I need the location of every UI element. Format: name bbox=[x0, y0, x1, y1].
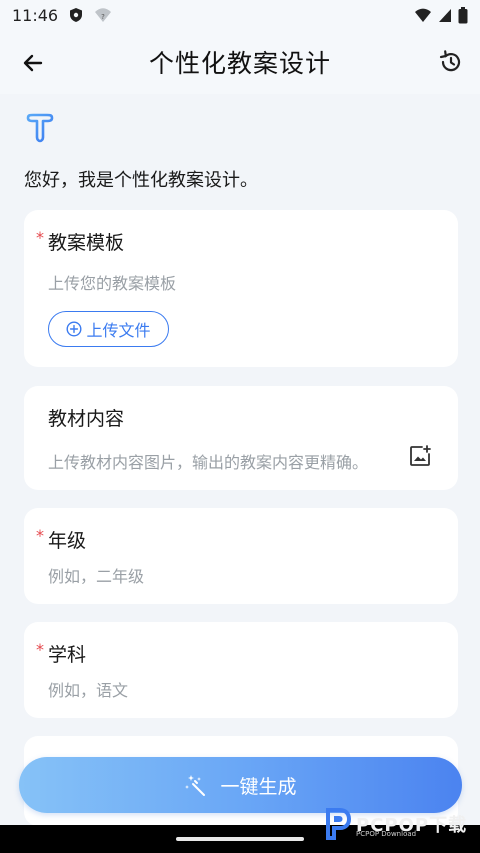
watermark-subtext: PCPOP Download bbox=[356, 830, 417, 838]
add-image-icon[interactable] bbox=[408, 444, 432, 468]
required-mark: * bbox=[36, 526, 44, 545]
watermark: PCPOP下载 PCPOP Download bbox=[322, 802, 472, 846]
shield-icon bbox=[70, 8, 83, 22]
material-label: 教材内容 bbox=[48, 408, 125, 430]
required-mark: * bbox=[36, 228, 44, 247]
signal-icon bbox=[439, 8, 451, 22]
arrow-left-icon bbox=[23, 54, 43, 72]
plus-circle-icon bbox=[66, 321, 82, 337]
history-button[interactable] bbox=[436, 47, 466, 77]
wifi-icon bbox=[415, 8, 431, 22]
subject-input[interactable]: 例如，语文 bbox=[48, 677, 128, 701]
template-card: * 教案模板 上传您的教案模板 上传文件 bbox=[24, 210, 458, 367]
battery-icon bbox=[458, 6, 468, 23]
material-card[interactable]: 教材内容 上传教材内容图片，输出的教案内容更精确。 bbox=[24, 386, 458, 490]
template-label: 教案模板 bbox=[48, 232, 125, 254]
grade-card[interactable]: * 年级 例如，二年级 bbox=[24, 508, 458, 604]
upload-file-button[interactable]: 上传文件 bbox=[48, 311, 169, 347]
subject-label: 学科 bbox=[48, 644, 87, 666]
template-hint: 上传您的教案模板 bbox=[48, 274, 177, 293]
app-header: 个性化教案设计 bbox=[0, 30, 480, 94]
status-bar: 11:46 ? bbox=[0, 0, 480, 30]
home-gesture-handle[interactable] bbox=[176, 837, 304, 841]
required-mark: * bbox=[36, 640, 44, 659]
material-hint: 上传教材内容图片，输出的教案内容更精确。 bbox=[48, 453, 369, 472]
generate-button-label: 一键生成 bbox=[220, 775, 297, 798]
magic-wand-icon bbox=[185, 775, 206, 796]
greeting-text: 您好，我是个性化教案设计。 bbox=[24, 170, 258, 191]
grade-input[interactable]: 例如，二年级 bbox=[48, 563, 144, 587]
watermark-logo-icon bbox=[326, 808, 352, 840]
back-button[interactable] bbox=[18, 48, 48, 78]
svg-text:?: ? bbox=[101, 13, 105, 21]
app-logo-icon bbox=[26, 113, 54, 143]
grade-label: 年级 bbox=[48, 530, 87, 552]
page-title: 个性化教案设计 bbox=[148, 49, 331, 78]
subject-card[interactable]: * 学科 例如，语文 bbox=[24, 622, 458, 718]
status-time: 11:46 bbox=[12, 5, 59, 25]
upload-file-label: 上传文件 bbox=[86, 321, 151, 340]
history-icon bbox=[439, 50, 461, 72]
main-content: 您好，我是个性化教案设计。 * 教案模板 上传您的教案模板 上传文件 教材内容 … bbox=[0, 94, 480, 853]
wifi-question-icon: ? bbox=[95, 8, 112, 22]
